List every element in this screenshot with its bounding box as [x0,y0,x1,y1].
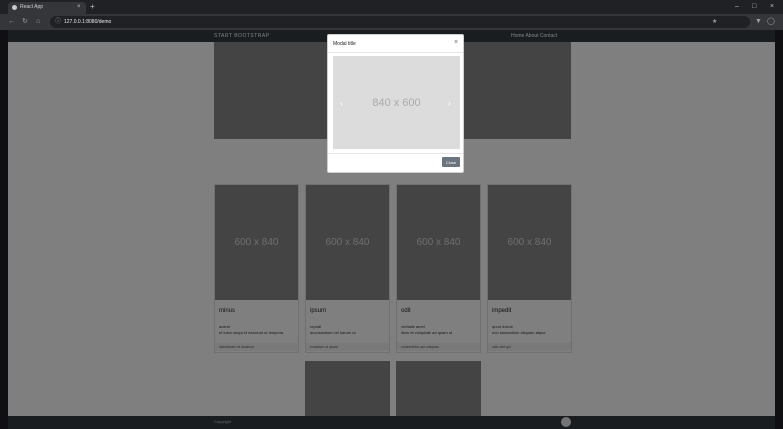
favicon-icon [12,5,17,10]
modal-divider [328,52,463,53]
address-bar[interactable]: ⓘ 127.0.0.1:8080/demo ★ [50,16,750,28]
profile-icon[interactable]: ◯ [767,17,775,26]
modal-dialog: Modal title × 840 x 600 ‹ › Close [327,34,464,173]
carousel-next-icon[interactable]: › [448,98,451,108]
star-icon[interactable]: ★ [712,18,717,26]
carousel-image-label: 840 x 600 [372,96,421,109]
close-icon[interactable]: × [454,39,458,47]
modal-divider [328,153,463,154]
tab-close-icon[interactable]: × [77,3,81,12]
close-window-button[interactable]: × [770,2,774,11]
new-tab-button[interactable]: + [90,2,95,12]
browser-tab-bar: React App × + – □ × [0,0,783,14]
close-button[interactable]: Close [442,157,460,167]
home-icon[interactable]: ⌂ [36,17,40,26]
info-icon[interactable]: ⓘ [55,18,61,26]
extension-icon[interactable]: ▼ [755,17,762,26]
modal-title: Modal title [333,41,356,47]
back-icon[interactable]: ← [8,17,15,26]
reload-icon[interactable]: ↻ [22,17,28,26]
carousel-prev-icon[interactable]: ‹ [340,98,343,108]
minimize-button[interactable]: – [735,2,739,11]
address-text[interactable]: 127.0.0.1:8080/demo [64,18,111,26]
browser-tab[interactable]: React App × [8,2,86,14]
browser-toolbar: ← ↻ ⌂ ⓘ 127.0.0.1:8080/demo ★ ▼ ◯ [0,14,783,30]
tab-title: React App [20,4,44,10]
modal-carousel-image[interactable]: 840 x 600 ‹ › [333,56,460,149]
maximize-button[interactable]: □ [752,2,756,11]
